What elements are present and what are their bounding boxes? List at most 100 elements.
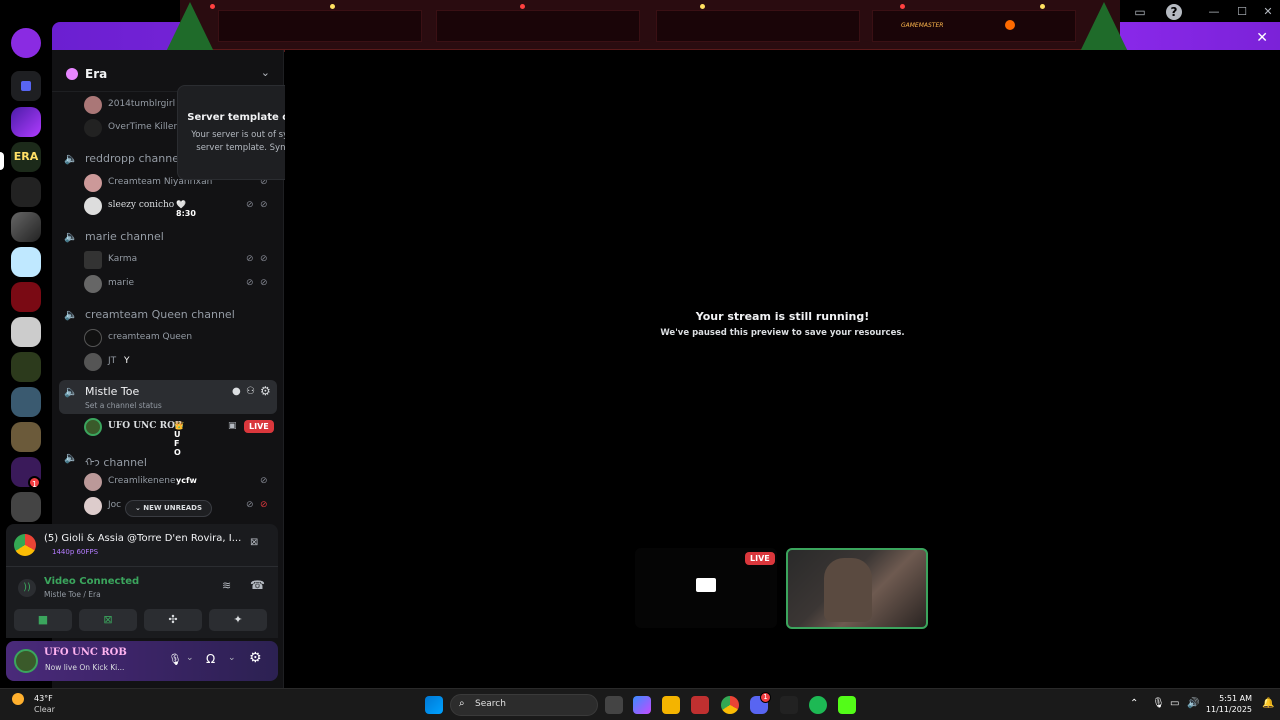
activities-button[interactable]: ✣ — [144, 609, 202, 631]
light-bulb — [700, 4, 705, 9]
file-explorer-icon[interactable] — [662, 696, 680, 714]
avatar — [84, 353, 102, 371]
server-icon[interactable] — [11, 247, 41, 277]
server-icon[interactable] — [11, 492, 41, 522]
deafened-icon: ⊘ — [260, 278, 268, 288]
channel-status[interactable]: Set a channel status — [85, 401, 162, 410]
clock[interactable]: 5:51 AM 11/11/2025 — [1206, 693, 1252, 715]
voice-location[interactable]: Mistle Toe / Era — [44, 590, 101, 599]
clock-time: 5:51 AM — [1219, 694, 1252, 703]
channel-name: creamteam Queen channel — [85, 308, 235, 321]
member-name: Creamlikenene — [108, 476, 176, 486]
spotify-icon[interactable] — [809, 696, 827, 714]
banner-close-icon[interactable]: ✕ — [1256, 30, 1268, 46]
notification-bell-icon[interactable]: 🔔 — [1262, 698, 1274, 709]
moon-icon — [12, 693, 24, 705]
dm-icon — [21, 81, 31, 91]
volume-icon[interactable]: 🔊 — [1187, 698, 1199, 709]
noise-suppression-icon[interactable]: ≋ — [222, 579, 231, 592]
search-input[interactable]: ⌕ Search — [450, 694, 598, 716]
live-badge: LIVE — [745, 552, 775, 565]
chevron-down-icon[interactable]: ⌄ — [261, 66, 270, 79]
server-icon-era[interactable]: ERA — [11, 142, 41, 172]
server-boost-icon — [66, 68, 78, 80]
audio-app-icon[interactable] — [780, 696, 798, 714]
weather-widget[interactable]: 43°F Clear — [12, 693, 55, 714]
avatar — [84, 174, 102, 192]
task-view-icon[interactable] — [605, 696, 623, 714]
stream-title: Your stream is still running! — [695, 310, 870, 323]
screen-share-button[interactable]: ⊠ — [79, 609, 137, 631]
clock-date: 11/11/2025 — [1205, 705, 1252, 714]
server-icon[interactable] — [11, 212, 41, 242]
member-name: creamteam Queen — [108, 332, 193, 342]
maximize-button[interactable]: ☐ — [1232, 4, 1252, 20]
invite-icon[interactable]: ⚇ — [246, 386, 255, 397]
kick-icon[interactable] — [838, 696, 856, 714]
server-icon[interactable] — [11, 352, 41, 382]
headset-icon[interactable]: Ω — [206, 652, 215, 666]
server-icon[interactable] — [11, 387, 41, 417]
voice-status[interactable]: Video Connected — [44, 576, 139, 587]
avatar — [84, 329, 102, 347]
copilot-icon[interactable] — [633, 696, 651, 714]
channel-name: marie channel — [85, 230, 164, 243]
home-avatar[interactable] — [11, 28, 41, 58]
soundboard-button[interactable]: ✦ — [209, 609, 267, 631]
activity-panel[interactable]: (5) Gioli & Assia @Torre D'en Rovira, I.… — [6, 524, 278, 566]
minimize-button[interactable]: — — [1204, 4, 1224, 20]
chat-icon[interactable]: ● — [232, 386, 241, 397]
light-bulb — [520, 4, 525, 9]
member-name: Karma — [108, 254, 138, 264]
microphone-icon[interactable]: 🎙 — [168, 653, 182, 666]
chevron-down-icon[interactable]: ⌄ — [186, 653, 194, 663]
member-tag: Y — [124, 356, 130, 366]
member-name: marie — [108, 278, 135, 288]
notification-badge: 1 — [28, 476, 41, 489]
member-tag: 🤍8:30 — [176, 200, 196, 218]
server-icon[interactable] — [11, 177, 41, 207]
settings-gear-icon[interactable]: ⚙ — [249, 650, 262, 666]
camera-tile[interactable] — [786, 548, 928, 629]
signal-icon[interactable]: )) — [18, 579, 36, 597]
member-name: 𝐔𝐅𝐎 UNC ROB — [108, 421, 183, 431]
activity-sub: 1440p 60FPS — [52, 548, 99, 556]
paused-message: Your stream is still running! We've paus… — [285, 310, 1280, 338]
user-panel: 𝐔𝐅𝐎 UNC ROB Now live On Kick Ki... 🎙 ⌄ Ω… — [6, 641, 278, 681]
close-window-button[interactable]: ✕ — [1258, 4, 1278, 20]
avatar — [84, 418, 102, 436]
server-icon[interactable] — [11, 107, 41, 137]
server-icon[interactable] — [11, 317, 41, 347]
screen-share-icon — [696, 578, 716, 592]
speaker-icon: 🔈 — [64, 308, 78, 321]
windows-taskbar: 43°F Clear ⌕ Search 1 ⌃ 🎙 ▭ 🔊 5:51 AM 11… — [0, 688, 1280, 720]
disconnect-icon[interactable]: ☎ — [250, 578, 265, 592]
light-bulb — [330, 4, 335, 9]
app-icon[interactable] — [691, 696, 709, 714]
camera-button[interactable]: ■ — [14, 609, 72, 631]
chrome-icon — [14, 534, 36, 556]
new-unreads-button[interactable]: ⌄ NEW UNREADS — [125, 500, 212, 517]
microphone-tray-icon[interactable]: 🎙 — [1152, 698, 1165, 709]
chevron-up-icon[interactable]: ⌃ — [1130, 698, 1138, 709]
muted-icon: ⊘ — [246, 254, 254, 264]
gear-icon[interactable]: ⚙ — [260, 384, 271, 398]
stream-tile[interactable]: LIVE — [635, 548, 777, 628]
start-button[interactable] — [425, 696, 443, 714]
help-icon[interactable]: ? — [1166, 4, 1182, 20]
avatar[interactable] — [14, 649, 38, 673]
light-bulb — [210, 4, 215, 9]
avatar — [84, 497, 102, 515]
stop-stream-icon[interactable]: ⊠ — [250, 537, 258, 548]
server-name: Era — [85, 67, 108, 81]
server-icon[interactable] — [11, 282, 41, 312]
channel-name: reddropp channel — [85, 152, 183, 165]
chevron-down-icon[interactable]: ⌄ — [228, 653, 236, 663]
network-icon[interactable]: ▭ — [1170, 698, 1179, 709]
search-placeholder: Search — [475, 699, 506, 709]
selected-server-pip — [0, 152, 4, 170]
direct-messages-button[interactable] — [11, 71, 41, 101]
inbox-icon[interactable]: ▭ — [1132, 4, 1148, 20]
chrome-taskbar-icon[interactable] — [721, 696, 739, 714]
server-icon[interactable] — [11, 422, 41, 452]
